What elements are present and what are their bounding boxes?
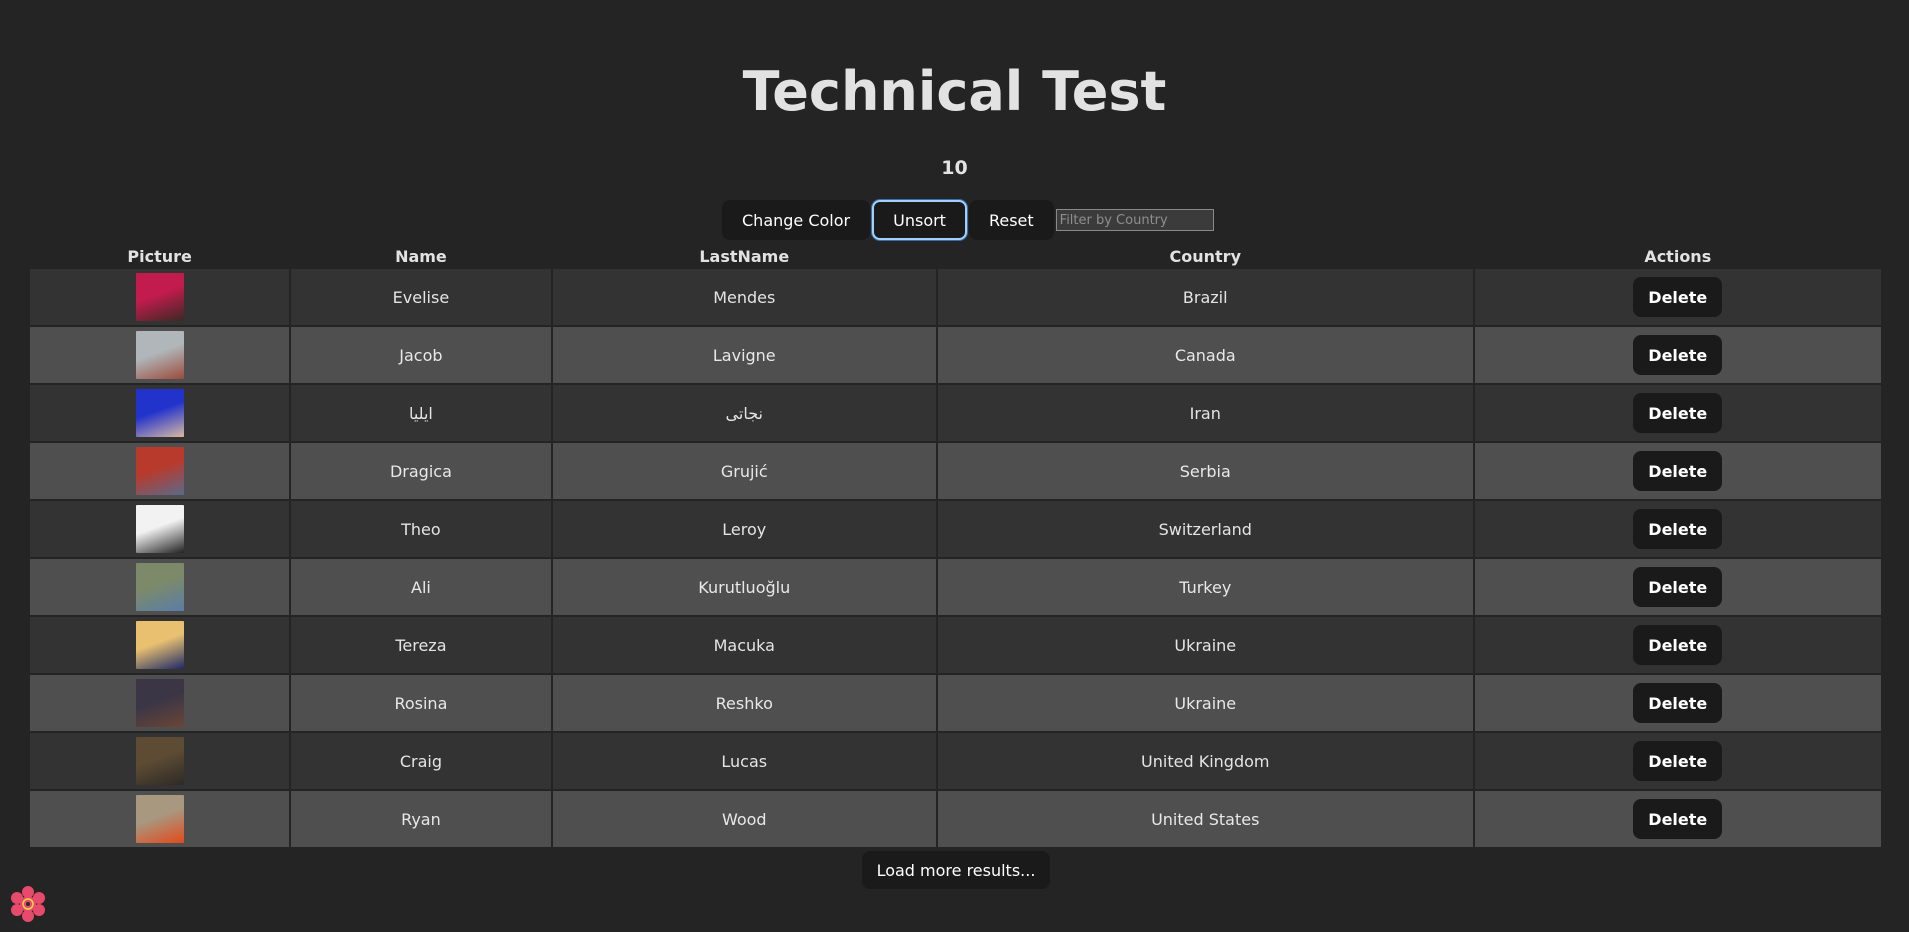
- actions-cell: Delete: [1474, 327, 1881, 383]
- name-cell: Craig: [291, 733, 551, 789]
- filter-by-country-input[interactable]: [1055, 209, 1214, 231]
- country-cell: United Kingdom: [937, 733, 1473, 789]
- name-cell: Ryan: [291, 791, 551, 847]
- country-cell: Turkey: [937, 559, 1473, 615]
- picture-cell: [30, 501, 290, 557]
- table-row: ایلیا نجاتی Iran Delete: [30, 385, 1881, 441]
- actions-cell: Delete: [1474, 791, 1881, 847]
- avatar: [135, 679, 184, 727]
- name-cell: Ali: [291, 559, 551, 615]
- reset-button[interactable]: Reset: [968, 200, 1054, 240]
- avatar: [135, 505, 184, 553]
- delete-button[interactable]: Delete: [1633, 683, 1723, 723]
- country-cell: United States: [937, 791, 1473, 847]
- picture-cell: [30, 733, 290, 789]
- header-country[interactable]: Country: [938, 245, 1473, 267]
- actions-cell: Delete: [1474, 443, 1881, 499]
- table-row: Evelise Mendes Brazil Delete: [30, 269, 1881, 325]
- actions-cell: Delete: [1474, 617, 1881, 673]
- load-more-button[interactable]: Load more results...: [862, 851, 1050, 889]
- delete-button[interactable]: Delete: [1633, 509, 1723, 549]
- picture-cell: [30, 327, 290, 383]
- picture-cell: [30, 617, 290, 673]
- delete-button[interactable]: Delete: [1633, 451, 1723, 491]
- users-table: Picture Name LastName Country Actions Ev…: [28, 243, 1883, 849]
- name-cell: ایلیا: [291, 385, 551, 441]
- lastname-cell: Lavigne: [552, 327, 936, 383]
- actions-cell: Delete: [1474, 269, 1881, 325]
- name-cell: Dragica: [291, 443, 551, 499]
- delete-button[interactable]: Delete: [1633, 625, 1723, 665]
- header-name[interactable]: Name: [291, 245, 550, 267]
- delete-button[interactable]: Delete: [1633, 741, 1723, 781]
- delete-button[interactable]: Delete: [1633, 393, 1723, 433]
- name-cell: Jacob: [291, 327, 551, 383]
- table-header-row: Picture Name LastName Country Actions: [30, 245, 1881, 267]
- country-cell: Canada: [937, 327, 1473, 383]
- country-cell: Serbia: [937, 443, 1473, 499]
- table-row: Craig Lucas United Kingdom Delete: [30, 733, 1881, 789]
- delete-button[interactable]: Delete: [1633, 799, 1723, 839]
- flower-logo-icon: [11, 886, 45, 922]
- picture-cell: [30, 559, 290, 615]
- change-color-button[interactable]: Change Color: [722, 200, 871, 240]
- table-row: Ali Kurutluoğlu Turkey Delete: [30, 559, 1881, 615]
- table-row: Tereza Macuka Ukraine Delete: [30, 617, 1881, 673]
- avatar: [135, 389, 184, 437]
- actions-cell: Delete: [1474, 733, 1881, 789]
- country-cell: Ukraine: [937, 675, 1473, 731]
- table-row: Jacob Lavigne Canada Delete: [30, 327, 1881, 383]
- name-cell: Evelise: [291, 269, 551, 325]
- lastname-cell: نجاتی: [552, 385, 936, 441]
- picture-cell: [30, 675, 290, 731]
- delete-button[interactable]: Delete: [1633, 277, 1723, 317]
- name-cell: Rosina: [291, 675, 551, 731]
- lastname-cell: Wood: [552, 791, 936, 847]
- table-row: Rosina Reshko Ukraine Delete: [30, 675, 1881, 731]
- delete-button[interactable]: Delete: [1633, 335, 1723, 375]
- country-cell: Brazil: [937, 269, 1473, 325]
- avatar: [135, 447, 184, 495]
- header-actions: Actions: [1644, 246, 1712, 266]
- delete-button[interactable]: Delete: [1633, 567, 1723, 607]
- lastname-cell: Mendes: [552, 269, 936, 325]
- avatar: [135, 563, 184, 611]
- picture-cell: [30, 269, 290, 325]
- avatar: [135, 795, 184, 843]
- picture-cell: [30, 791, 290, 847]
- toolbar: Change Color Unsort Reset: [722, 200, 1214, 240]
- actions-cell: Delete: [1474, 559, 1881, 615]
- lastname-cell: Grujić: [552, 443, 936, 499]
- avatar: [135, 737, 184, 785]
- country-cell: Iran: [937, 385, 1473, 441]
- page-title: Technical Test: [742, 60, 1167, 123]
- picture-cell: [30, 443, 290, 499]
- lastname-cell: Lucas: [552, 733, 936, 789]
- actions-cell: Delete: [1474, 675, 1881, 731]
- actions-cell: Delete: [1474, 385, 1881, 441]
- table-row: Dragica Grujić Serbia Delete: [30, 443, 1881, 499]
- country-cell: Ukraine: [937, 617, 1473, 673]
- table-row: Theo Leroy Switzerland Delete: [30, 501, 1881, 557]
- lastname-cell: Reshko: [552, 675, 936, 731]
- table-row: Ryan Wood United States Delete: [30, 791, 1881, 847]
- unsort-button[interactable]: Unsort: [872, 200, 967, 240]
- picture-cell: [30, 385, 290, 441]
- lastname-cell: Leroy: [552, 501, 936, 557]
- header-lastname[interactable]: LastName: [553, 245, 936, 267]
- result-count: 10: [941, 157, 968, 179]
- name-cell: Theo: [291, 501, 551, 557]
- avatar: [135, 331, 184, 379]
- actions-cell: Delete: [1474, 501, 1881, 557]
- avatar: [135, 273, 184, 321]
- avatar: [135, 621, 184, 669]
- country-cell: Switzerland: [937, 501, 1473, 557]
- header-picture[interactable]: Picture: [30, 245, 289, 267]
- lastname-cell: Kurutluoğlu: [552, 559, 936, 615]
- name-cell: Tereza: [291, 617, 551, 673]
- lastname-cell: Macuka: [552, 617, 936, 673]
